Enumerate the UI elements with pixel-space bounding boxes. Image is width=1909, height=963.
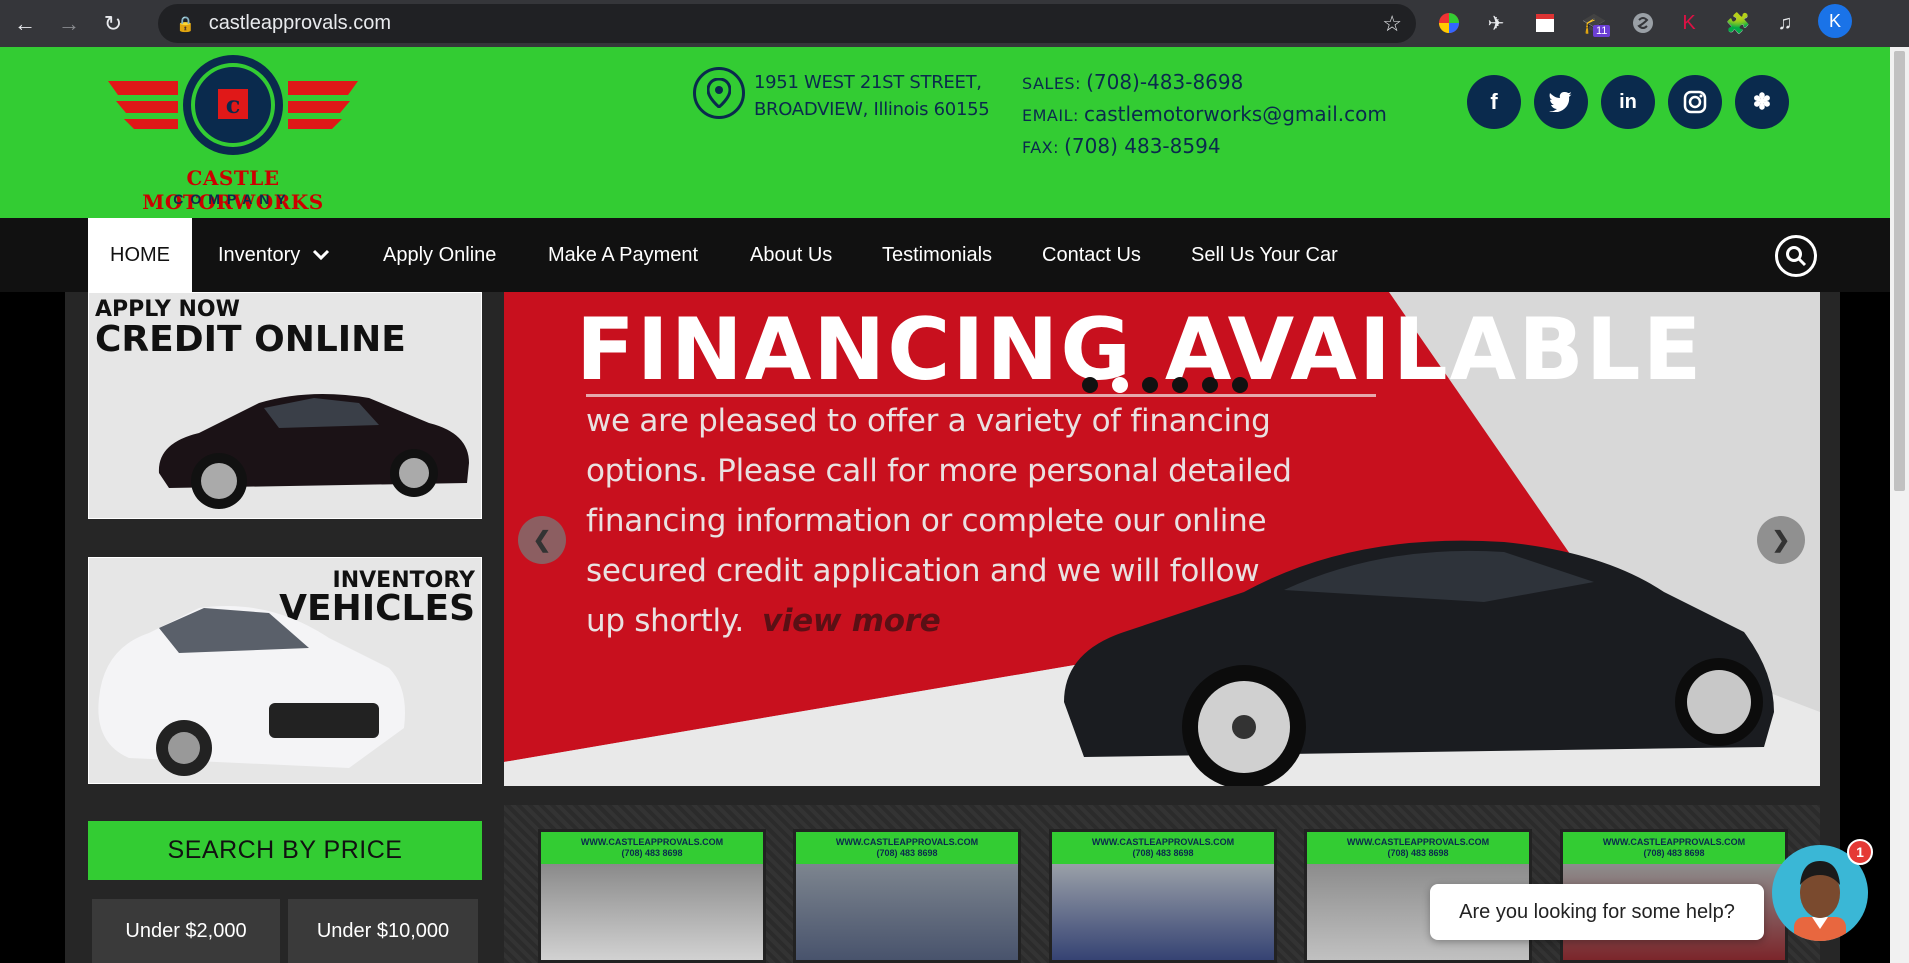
profile-avatar[interactable]: K	[1818, 4, 1852, 38]
main-nav: HOME Inventory Apply Online Make A Payme…	[0, 218, 1890, 292]
search-by-price-button[interactable]: SEARCH BY PRICE	[88, 821, 482, 880]
vehicle-thumbnail[interactable]: WWW.CASTLEAPPROVALS.COM (708) 483 8698	[793, 829, 1021, 963]
instagram-icon[interactable]	[1668, 75, 1722, 129]
media-queue-icon[interactable]: ♫	[1768, 6, 1802, 40]
sales-label: SALES:	[1022, 74, 1081, 93]
yelp-icon[interactable]: ✽	[1735, 75, 1789, 129]
vehicle-thumbnail[interactable]: WWW.CASTLEAPPROVALS.COM (708) 483 8698	[538, 829, 766, 963]
lock-icon: 🔒	[176, 15, 195, 33]
nav-contact-us[interactable]: Contact Us	[1042, 218, 1141, 292]
thumbnail-header: WWW.CASTLEAPPROVALS.COM (708) 483 8698	[796, 832, 1018, 864]
page-scrollbar[interactable]	[1890, 47, 1909, 963]
address-line-1: 1951 WEST 21ST STREET,	[754, 72, 982, 93]
nav-apply-online[interactable]: Apply Online	[383, 218, 496, 292]
chat-prompt-bubble[interactable]: Are you looking for some help?	[1430, 884, 1764, 940]
sales-phone[interactable]: (708)-483-8698	[1086, 70, 1243, 94]
nav-inventory[interactable]: Inventory	[218, 218, 330, 292]
price-under-10000[interactable]: Under $10,000	[288, 899, 478, 963]
email-label: EMAIL:	[1022, 106, 1079, 125]
slider-dot[interactable]	[1142, 377, 1158, 393]
forward-icon[interactable]: →	[50, 5, 88, 43]
nav-home[interactable]: HOME	[88, 218, 192, 292]
hero-slider: FINANCING AVAILABLE we are pleased to of…	[504, 292, 1820, 786]
extension-badge: 11	[1593, 25, 1611, 37]
slider-dot[interactable]	[1082, 377, 1098, 393]
vehicle-thumbnail[interactable]: WWW.CASTLEAPPROVALS.COM (708) 483 8698	[1049, 829, 1277, 963]
twitter-icon[interactable]	[1534, 75, 1588, 129]
address-line-2: BROADVIEW, Illinois 60155	[754, 99, 990, 120]
graduation-extension-icon[interactable]: 🎓 11	[1577, 6, 1611, 40]
extensions-puzzle-icon[interactable]: 🧩	[1721, 6, 1755, 40]
thumbnail-photo	[796, 864, 1018, 960]
calendar-extension-icon[interactable]	[1528, 6, 1562, 40]
apply-credit-online-banner[interactable]: APPLY NOW CREDIT ONLINE	[88, 292, 482, 519]
slider-dot-active[interactable]	[1112, 377, 1128, 393]
view-more-link[interactable]: view more	[762, 603, 941, 639]
slide-title: FINANCING AVAILABLE	[576, 300, 1704, 400]
url-text[interactable]: castleapprovals.com	[209, 12, 391, 35]
nav-sell-us-your-car[interactable]: Sell Us Your Car	[1191, 218, 1338, 292]
color-picker-extension-icon[interactable]	[1432, 6, 1466, 40]
thumbnail-header: WWW.CASTLEAPPROVALS.COM (708) 483 8698	[1052, 832, 1274, 864]
search-icon[interactable]	[1775, 235, 1817, 277]
nav-inventory-label: Inventory	[218, 243, 301, 266]
slider-dot[interactable]	[1202, 377, 1218, 393]
slider-dot[interactable]	[1232, 377, 1248, 393]
card1-big-text: CREDIT ONLINE	[95, 319, 406, 360]
location-pin-icon	[693, 67, 745, 119]
nav-make-a-payment[interactable]: Make A Payment	[548, 218, 698, 292]
white-sedan-image	[98, 606, 405, 776]
logo-subtext: COMPANY	[173, 191, 293, 207]
nav-about-us[interactable]: About Us	[750, 218, 832, 292]
reload-icon[interactable]: ↻	[94, 5, 132, 43]
slider-dot[interactable]	[1172, 377, 1188, 393]
contact-block: SALES: (708)-483-8698 EMAIL: castlemotor…	[1022, 67, 1387, 163]
linkedin-icon[interactable]: in	[1601, 75, 1655, 129]
thumbnail-header: WWW.CASTLEAPPROVALS.COM (708) 483 8698	[541, 832, 763, 864]
slider-prev-arrow-icon[interactable]: ❮	[518, 516, 566, 564]
price-under-2000[interactable]: Under $2,000	[92, 899, 280, 963]
facebook-icon[interactable]: f	[1467, 75, 1521, 129]
slider-next-arrow-icon[interactable]: ❯	[1757, 516, 1805, 564]
thumbnail-header: WWW.CASTLEAPPROVALS.COM (708) 483 8698	[1307, 832, 1529, 864]
site-header: c CASTLE MOTORWORKS COMPANY 1951 WEST 21…	[0, 47, 1890, 218]
scrollbar-thumb[interactable]	[1894, 51, 1905, 491]
k-extension-icon[interactable]: K	[1672, 6, 1706, 40]
slide-description: we are pleased to offer a variety of fin…	[586, 396, 1306, 646]
inventory-vehicles-banner[interactable]: INVENTORY VEHICLES	[88, 557, 482, 784]
svg-text:c: c	[226, 90, 241, 119]
address-bar[interactable]: 🔒 castleapprovals.com ☆	[158, 4, 1416, 43]
bookmark-star-icon[interactable]: ☆	[1382, 11, 1402, 37]
fax-label: FAX:	[1022, 138, 1060, 157]
nav-testimonials[interactable]: Testimonials	[882, 218, 992, 292]
chevron-down-icon	[312, 244, 330, 267]
chat-notification-badge: 1	[1847, 839, 1873, 865]
castle-motorworks-logo[interactable]: c CASTLE MOTORWORKS COMPANY	[108, 53, 358, 214]
extension-icon[interactable]: ✈	[1479, 6, 1513, 40]
black-hatchback-image	[158, 394, 469, 509]
address-block: 1951 WEST 21ST STREET, BROADVIEW, Illino…	[754, 69, 990, 123]
thumbnail-header: WWW.CASTLEAPPROVALS.COM (708) 483 8698	[1563, 832, 1785, 864]
s-extension-icon[interactable]	[1626, 6, 1660, 40]
thumbnail-photo	[1052, 864, 1274, 960]
email-link[interactable]: castlemotorworks@gmail.com	[1084, 102, 1387, 126]
fax-number: (708) 483-8594	[1064, 134, 1221, 158]
back-icon[interactable]: ←	[6, 5, 44, 43]
thumbnail-photo	[541, 864, 763, 960]
